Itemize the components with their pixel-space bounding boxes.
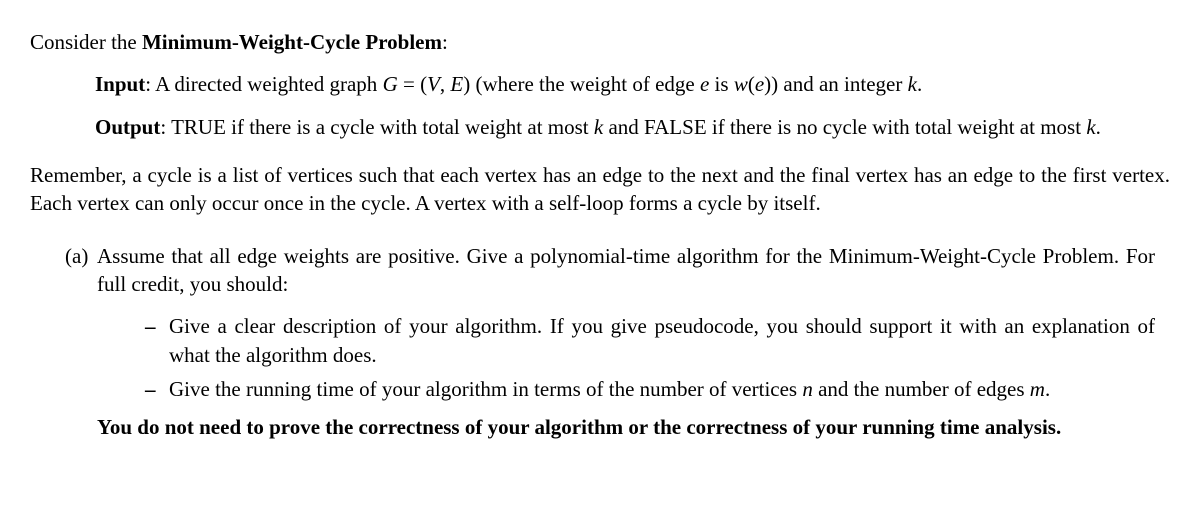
math-k: k — [1086, 115, 1095, 139]
intro-bold: Minimum-Weight-Cycle Problem — [142, 30, 442, 54]
math-w: w — [734, 72, 748, 96]
text: Give the running time of your algorithm … — [169, 377, 802, 401]
output-block: Output: TRUE if there is a cycle with to… — [95, 113, 1140, 141]
text: and the number of edges — [813, 377, 1030, 401]
math-m: m — [1030, 377, 1045, 401]
math-k: k — [908, 72, 917, 96]
math-V: V — [427, 72, 440, 96]
part-a: (a) Assume that all edge weights are pos… — [65, 242, 1155, 299]
input-label: Input — [95, 72, 145, 96]
bullet-dash: – — [145, 312, 169, 369]
intro-prefix: Consider the — [30, 30, 142, 54]
part-label: (a) — [65, 242, 97, 299]
closing-note: You do not need to prove the correctness… — [97, 413, 1155, 441]
remember-paragraph: Remember, a cycle is a list of vertices … — [30, 161, 1170, 218]
math-e: e — [755, 72, 764, 96]
text: . — [1045, 377, 1050, 401]
text: Remember, a cycle is a list of vertices … — [30, 163, 1170, 215]
text: . — [917, 72, 922, 96]
bullet-text: Give the running time of your algorithm … — [169, 375, 1155, 403]
text: ) and an integer — [771, 72, 907, 96]
intro-line: Consider the Minimum-Weight-Cycle Proble… — [30, 28, 1170, 56]
bullet-dash: – — [145, 375, 169, 403]
math-E: E — [450, 72, 463, 96]
text: ) (where the weight of edge — [463, 72, 700, 96]
text: , — [440, 72, 451, 96]
math-e: e — [700, 72, 709, 96]
intro-suffix: : — [442, 30, 448, 54]
math-G: G — [383, 72, 398, 96]
bullet-item: – Give a clear description of your algor… — [145, 312, 1155, 369]
text: = ( — [398, 72, 427, 96]
text: and FALSE if there is no cycle with tota… — [603, 115, 1086, 139]
math-n: n — [802, 377, 813, 401]
text: : A directed weighted graph — [145, 72, 382, 96]
bullet-item: – Give the running time of your algorith… — [145, 375, 1155, 403]
part-text: Assume that all edge weights are positiv… — [97, 242, 1155, 299]
text: . — [1096, 115, 1101, 139]
text: : TRUE if there is a cycle with total we… — [160, 115, 594, 139]
bullet-text: Give a clear description of your algorit… — [169, 312, 1155, 369]
text: is — [709, 72, 734, 96]
math-k: k — [594, 115, 603, 139]
output-label: Output — [95, 115, 160, 139]
input-block: Input: A directed weighted graph G = (V,… — [95, 70, 1140, 98]
text: ( — [748, 72, 755, 96]
